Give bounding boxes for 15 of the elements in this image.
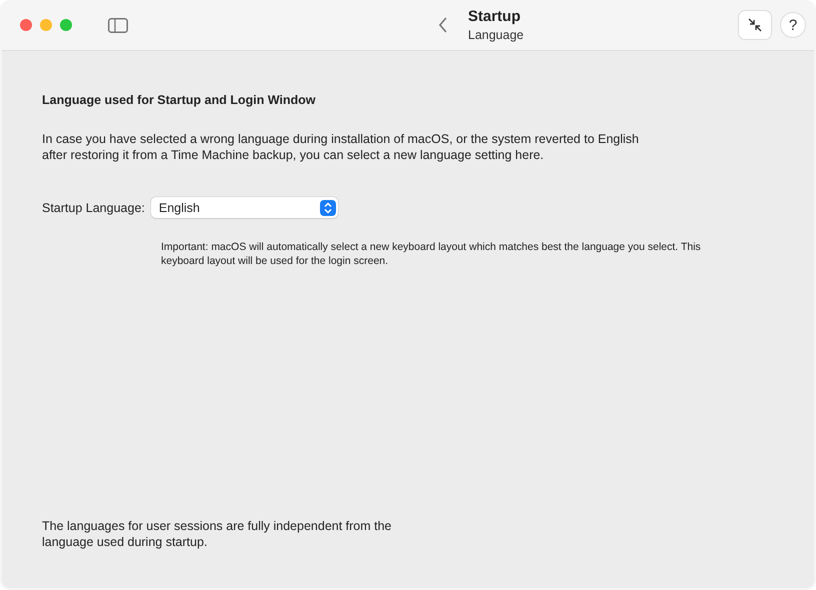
chevron-icon bbox=[320, 200, 336, 216]
collapse-button[interactable] bbox=[738, 10, 772, 40]
window-title: Startup bbox=[468, 8, 522, 25]
back-icon[interactable] bbox=[438, 17, 448, 33]
footer-text: The languages for user sessions are fully independent from the language used during startup. bbox=[42, 518, 393, 550]
close-button[interactable] bbox=[20, 19, 32, 31]
window-subtitle: Language bbox=[468, 28, 524, 42]
intro-text: In case you have selected a wrong language during installation of macOS, or the system reverted to English after restoring it from a Time Machine backup, you can select a new language setting here. bbox=[42, 131, 640, 163]
note-text: Important: macOS will automatically select a new keyboard layout which matches best the language you select. This keyboard layout will be used for the login screen. bbox=[161, 240, 702, 268]
help-button[interactable]: ? bbox=[780, 12, 806, 38]
section-heading: Language used for Startup and Login Window bbox=[42, 93, 316, 107]
field-label: Startup Language: bbox=[42, 200, 145, 214]
collapse-icon bbox=[747, 17, 763, 33]
sidebar-icon[interactable] bbox=[108, 18, 128, 32]
language-dropdown[interactable]: English bbox=[150, 197, 338, 218]
